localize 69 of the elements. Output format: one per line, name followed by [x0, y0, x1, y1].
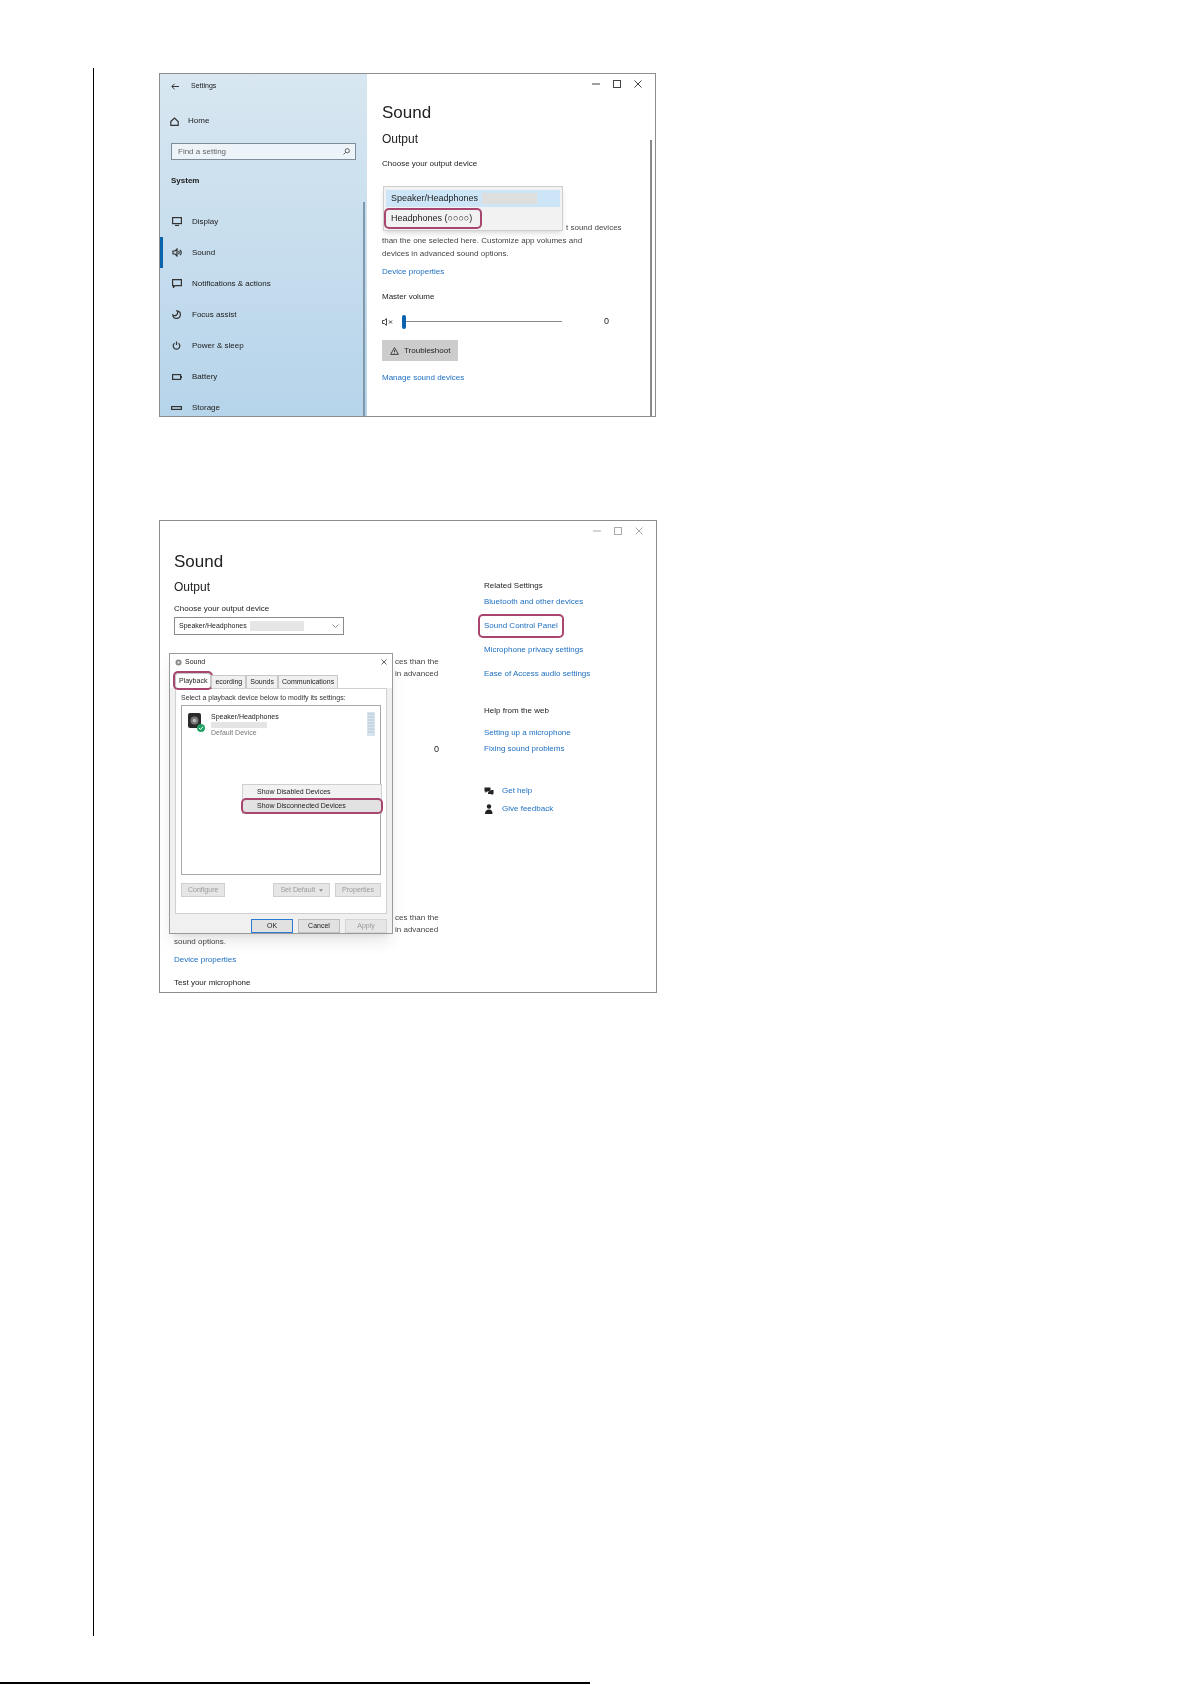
description-text: devices in advanced sound options. [382, 248, 509, 260]
back-arrow-icon[interactable] [171, 82, 179, 90]
related-link[interactable]: Sound Control Panel [480, 616, 562, 636]
section-heading: Help from the web [484, 706, 550, 716]
sidebar-item[interactable]: Display [160, 206, 367, 237]
redacted-bar [211, 722, 267, 728]
page-title: Sound [382, 103, 433, 123]
monitor-icon [171, 217, 182, 226]
description-text: ces than the [395, 656, 439, 668]
search-icon [343, 148, 350, 155]
related-link[interactable]: Bluetooth and other devices [484, 597, 584, 607]
warning-icon [390, 346, 399, 355]
field-label: Master volume [382, 292, 436, 302]
sidebar-item[interactable]: Focus assist [160, 299, 367, 330]
muted-speaker-icon[interactable] [382, 318, 394, 326]
device-properties-link[interactable]: Device properties [382, 267, 445, 277]
field-label: Choose your output device [174, 604, 271, 614]
moon-icon [172, 310, 181, 319]
maximize-icon[interactable] [613, 80, 621, 88]
power-icon [172, 341, 181, 350]
help-link[interactable]: Setting up a microphone [484, 728, 571, 738]
sidebar-item[interactable]: Storage [160, 392, 367, 416]
description-text: in advanced [395, 668, 439, 680]
troubleshoot-button[interactable]: Troubleshoot [382, 340, 459, 361]
redacted-bar [249, 621, 304, 631]
help-link[interactable]: Fixing sound problems [484, 744, 565, 754]
redacted-bar [482, 193, 538, 204]
dropdown-option[interactable]: Headphones (○○○○) [386, 210, 481, 227]
help-link[interactable]: Give feedback [484, 804, 554, 814]
volume-value: 0 [604, 315, 609, 329]
chat-bubbles-icon [484, 786, 494, 796]
description-text: than the one selected here. Customize app volumes and [382, 235, 583, 247]
slider-thumb[interactable] [402, 315, 406, 329]
search-field[interactable]: Find a setting [171, 143, 356, 160]
battery-icon [171, 373, 182, 380]
sidebar-item[interactable]: Power & sleep [160, 330, 367, 361]
section-heading: System [171, 175, 201, 187]
device-properties-link[interactable]: Device properties [174, 955, 237, 965]
caret-icon [319, 888, 324, 892]
close-icon[interactable] [634, 80, 642, 88]
speaker-icon [175, 658, 182, 666]
dropdown-option[interactable]: Speaker/Headphones [386, 190, 560, 207]
home-icon [170, 116, 179, 126]
storage-icon [171, 405, 182, 410]
description-text: in advanced [395, 924, 439, 936]
chevron-down-icon [332, 624, 339, 628]
description-text: t sound devices [566, 222, 622, 234]
sidebar-item[interactable]: Notifications & actions [160, 268, 367, 299]
manage-devices-link[interactable]: Manage sound devices [382, 373, 465, 383]
related-link[interactable]: Microphone privacy settings [484, 645, 584, 655]
sidebar-item[interactable]: Battery [160, 361, 367, 392]
person-icon [484, 804, 493, 814]
volume-value: 0 [434, 744, 439, 754]
section-heading: Test your microphone [174, 978, 252, 988]
description-text: ces than the [395, 912, 439, 924]
section-heading: Output [382, 132, 420, 146]
description-text: sound options. [174, 936, 227, 947]
field-label: Choose your output device [382, 159, 479, 169]
help-link[interactable]: Get help [484, 786, 533, 796]
close-icon[interactable] [381, 659, 387, 665]
message-icon [171, 279, 182, 288]
related-link[interactable]: Ease of Access audio settings [484, 669, 591, 679]
speaker-icon [171, 248, 182, 257]
volume-slider[interactable] [402, 315, 562, 329]
section-heading: Related Settings [484, 581, 544, 591]
page-title: Sound [174, 552, 225, 572]
level-meter-icon [367, 712, 375, 736]
home-item[interactable]: Home [170, 115, 210, 127]
section-heading: Output [174, 580, 212, 594]
